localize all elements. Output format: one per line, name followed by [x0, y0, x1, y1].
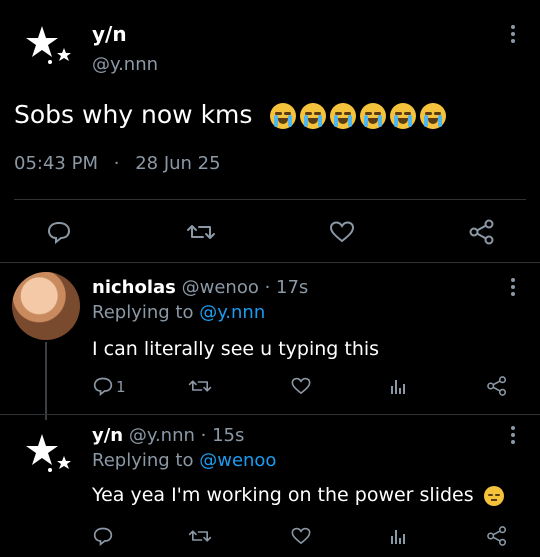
reply2-author-handle[interactable]: @y.nnn: [129, 425, 195, 446]
reply2-share-icon[interactable]: [486, 525, 508, 547]
reply-reply-icon[interactable]: [92, 376, 114, 396]
replying-to-link[interactable]: @y.nnn: [199, 302, 265, 323]
reply2-author-name[interactable]: y/n: [92, 425, 123, 446]
reply-count: 1: [116, 378, 126, 396]
main-more-icon[interactable]: [510, 25, 516, 43]
main-date: 28 Jun 25: [135, 153, 221, 174]
reply2-age: · 15s: [200, 425, 245, 446]
main-author-handle[interactable]: @y.nnn: [92, 54, 158, 75]
reply2-retweet-icon[interactable]: [188, 526, 212, 546]
retweet-icon[interactable]: [186, 220, 216, 244]
main-tweet-text: Sobs why now kms: [14, 100, 447, 129]
main-author-name[interactable]: y/n: [92, 22, 127, 46]
reply-analytics-icon[interactable]: [388, 376, 408, 396]
main-time: 05:43 PM: [14, 153, 98, 174]
reply2-avatar[interactable]: [24, 432, 74, 476]
reply2-text-row: Yea yea I'm working on the power slides: [92, 484, 504, 506]
replying-to-prefix: Replying to: [92, 302, 194, 323]
reply-text: I can literally see u typing this: [92, 338, 380, 360]
reply-retweet-icon[interactable]: [188, 376, 212, 396]
reply2-reply-icon[interactable]: [92, 526, 114, 546]
reply-icon[interactable]: [46, 220, 72, 244]
replying-to-prefix: Replying to: [92, 450, 194, 471]
thread-line: [45, 342, 47, 420]
unamused-emoji-icon: [483, 485, 504, 506]
replying-to-link[interactable]: @wenoo: [199, 450, 276, 471]
like-icon[interactable]: [328, 220, 356, 244]
reply-avatar[interactable]: [12, 272, 80, 340]
reply-more-icon[interactable]: [510, 278, 516, 296]
reply-age: · 17s: [264, 277, 309, 298]
reply-share-icon[interactable]: [486, 375, 508, 397]
main-time-separator: ·: [113, 153, 120, 174]
reply2-analytics-icon[interactable]: [388, 526, 408, 546]
reply2-replying-to: Replying to @wenoo: [92, 450, 276, 471]
reply2-text: Yea yea I'm working on the power slides: [92, 484, 474, 506]
divider: [0, 262, 540, 263]
divider: [14, 199, 526, 200]
crying-emoji-icon: [266, 100, 447, 129]
reply-header: nicholas @wenoo · 17s: [92, 277, 308, 298]
reply2-header: y/n @y.nnn · 15s: [92, 425, 244, 446]
replying-to: Replying to @y.nnn: [92, 302, 265, 323]
reply-author-handle[interactable]: @wenoo: [182, 277, 259, 298]
reply2-like-icon[interactable]: [290, 526, 312, 546]
share-icon[interactable]: [468, 218, 496, 246]
main-avatar[interactable]: [24, 24, 74, 68]
reply-author-name[interactable]: nicholas: [92, 277, 176, 298]
main-timestamp: 05:43 PM · 28 Jun 25: [14, 153, 221, 174]
main-tweet-text-content: Sobs why now kms: [14, 100, 253, 129]
divider: [0, 414, 540, 415]
reply2-more-icon[interactable]: [510, 426, 516, 444]
reply-like-icon[interactable]: [290, 376, 312, 396]
